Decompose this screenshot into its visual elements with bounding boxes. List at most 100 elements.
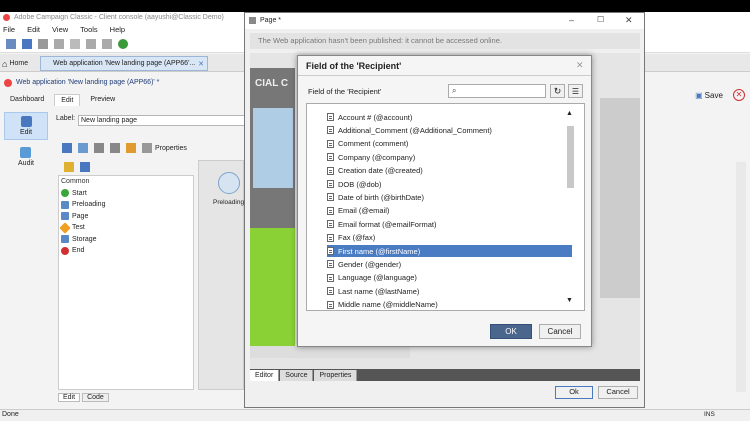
tab-home-label: Home [9, 60, 29, 67]
grid-icon[interactable] [78, 143, 88, 153]
page-ok-button[interactable]: Ok [555, 386, 593, 399]
workflow-canvas[interactable] [198, 160, 244, 390]
tree-item-label: Creation date (@created) [338, 166, 423, 176]
tree-item[interactable]: Creation date (@created) [327, 165, 572, 177]
search-input[interactable]: ⌕ [448, 84, 546, 98]
tree-item[interactable]: Additional_Comment (@Additional_Comment) [327, 124, 572, 136]
refresh-icon[interactable] [118, 38, 128, 49]
dialog-title: Field of the 'Recipient' [306, 61, 402, 71]
search-icon: ⌕ [452, 86, 457, 95]
scroll-down-icon[interactable]: ▼ [566, 297, 573, 304]
menu-file[interactable]: File [3, 25, 15, 34]
undo-icon[interactable] [86, 38, 96, 49]
zoom-icon[interactable] [110, 143, 120, 153]
right-scrollbar[interactable] [736, 162, 746, 392]
tab-webapp[interactable]: Web application 'New landing page (APP66… [40, 56, 208, 71]
save-icon: ▣ [695, 90, 703, 100]
maximize-icon[interactable]: ☐ [597, 15, 604, 24]
tab-source[interactable]: Source [280, 369, 314, 381]
palette-item-page[interactable]: Page [59, 211, 193, 223]
tree-icon[interactable] [80, 162, 90, 172]
field-icon [327, 153, 334, 162]
cut-icon[interactable] [38, 38, 48, 49]
nav-audit[interactable]: Audit [4, 144, 48, 172]
tab-dashboard[interactable]: Dashboard [4, 94, 50, 105]
more-icon[interactable] [126, 143, 136, 153]
editor-toolbar: Properties [56, 140, 245, 156]
preloading-node-label: Preloading [213, 199, 245, 206]
palette-item-test[interactable]: Test [59, 222, 193, 234]
ok-button[interactable]: OK [490, 324, 532, 339]
tree-item[interactable]: Email format (@emailFormat) [327, 218, 572, 230]
tree-item[interactable]: First name (@firstName) [327, 245, 572, 257]
pencil-icon[interactable] [64, 162, 74, 172]
paste-icon[interactable] [70, 38, 80, 49]
save-button[interactable]: ▣ Save [693, 87, 725, 103]
tab-editor[interactable]: Editor [250, 369, 280, 381]
tree-item[interactable]: Fax (@fax) [327, 232, 572, 244]
properties-button[interactable]: Properties [155, 145, 187, 152]
menu-edit[interactable]: Edit [27, 25, 40, 34]
label-input[interactable]: New landing page [78, 115, 245, 126]
menu-help[interactable]: Help [110, 25, 125, 34]
zoom-fit-icon[interactable] [94, 143, 104, 153]
tab-edit-bottom[interactable]: Edit [58, 392, 81, 402]
import-icon[interactable] [22, 38, 32, 49]
redo-icon[interactable] [102, 38, 112, 49]
tree-item[interactable]: Company (@company) [327, 151, 572, 163]
palette-header: Common [61, 178, 90, 186]
users-icon[interactable] [6, 38, 16, 49]
field-icon [327, 193, 334, 202]
tree-scrollbar-thumb[interactable] [567, 126, 574, 188]
tab-properties[interactable]: Properties [314, 369, 358, 381]
cancel-button[interactable]: Cancel [539, 324, 581, 339]
menu-view[interactable]: View [52, 25, 68, 34]
filter-button[interactable]: ☰ [568, 84, 583, 98]
tree-item[interactable]: Date of birth (@birthDate) [327, 191, 572, 203]
palette-item-start[interactable]: Start [59, 188, 193, 200]
close-icon[interactable]: ✕ [733, 89, 745, 101]
nav-edit[interactable]: Edit [4, 112, 48, 140]
window-close-icon[interactable]: ✕ [625, 15, 633, 26]
dialog-close-icon[interactable]: ✕ [576, 60, 584, 71]
nav-audit-label: Audit [18, 160, 34, 167]
status-text: Done [2, 411, 19, 418]
tree-item[interactable]: Gender (@gender) [327, 258, 572, 270]
object-title: Web application 'New landing page (APP66… [16, 79, 160, 86]
layout-icon[interactable] [62, 143, 72, 153]
tree-item-label: Middle name (@middleName) [338, 300, 438, 310]
tab-edit[interactable]: Edit [54, 93, 81, 106]
tab-close-icon[interactable]: ✕ [198, 60, 204, 68]
tree-item[interactable]: Email (@email) [327, 205, 572, 217]
menu-tools[interactable]: Tools [80, 25, 98, 34]
tree-item[interactable]: Language (@language) [327, 272, 572, 284]
tree-item-label: Comment (comment) [338, 139, 409, 149]
landing-page-image [253, 108, 293, 188]
refresh-button[interactable]: ↻ [550, 84, 565, 98]
tab-preview[interactable]: Preview [84, 94, 121, 105]
field-tree[interactable]: Account # (@account) Additional_Comment (… [306, 103, 585, 311]
page-titlebar: Page * – ☐ ✕ [245, 13, 644, 29]
field-icon [327, 273, 334, 282]
tree-item[interactable]: Middle name (@middleName) [327, 299, 572, 310]
tree-item[interactable]: Last name (@lastName) [327, 285, 572, 297]
page-cancel-button[interactable]: Cancel [598, 386, 638, 399]
scroll-up-icon[interactable]: ▲ [566, 110, 573, 117]
palette-label: Storage [72, 235, 97, 243]
properties-icon[interactable] [142, 143, 152, 153]
tab-home[interactable]: ⌂ Home [2, 57, 36, 70]
tree-item[interactable]: DOB (@dob) [327, 178, 572, 190]
palette-item-storage[interactable]: Storage [59, 234, 193, 246]
minimize-icon[interactable]: – [569, 15, 574, 25]
preloading-node-icon[interactable] [218, 172, 240, 194]
tree-item[interactable]: Comment (comment) [327, 138, 572, 150]
tree-item[interactable]: Account # (@account) [327, 111, 572, 123]
horizontal-scrollbar[interactable] [250, 346, 410, 358]
tree-item-label: Gender (@gender) [338, 259, 402, 269]
tab-code[interactable]: Code [82, 392, 109, 402]
palette-item-preloading[interactable]: Preloading [59, 199, 193, 211]
copy-icon[interactable] [54, 38, 64, 49]
palette-item-end[interactable]: End [59, 245, 193, 257]
page-window-title: Page * [260, 17, 282, 24]
tree-item-label: Language (@language) [338, 273, 417, 283]
